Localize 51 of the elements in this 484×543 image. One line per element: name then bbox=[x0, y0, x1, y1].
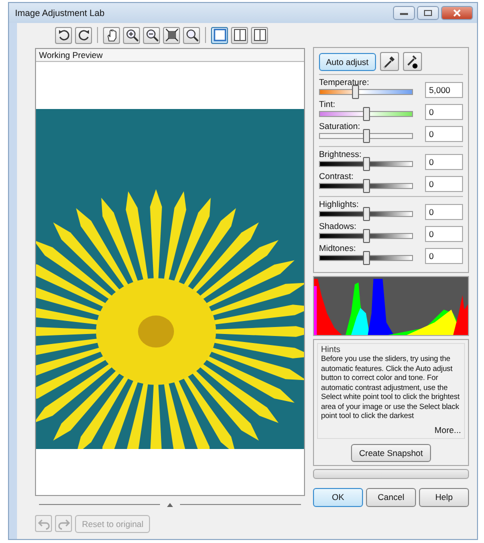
dialog-button[interactable]: Cancel bbox=[366, 488, 416, 506]
value-field[interactable]: 0 bbox=[425, 104, 463, 120]
split-tool-button[interactable] bbox=[231, 26, 248, 44]
value-field[interactable]: 0 bbox=[425, 204, 463, 220]
close-button[interactable] bbox=[441, 6, 473, 20]
maximize-button[interactable] bbox=[417, 6, 439, 20]
slider-thumb[interactable] bbox=[363, 207, 370, 221]
hints-title: Hints bbox=[321, 344, 342, 354]
minimize-icon bbox=[399, 10, 409, 16]
slider-thumb[interactable] bbox=[363, 229, 370, 243]
zoom-in-tool-button[interactable] bbox=[123, 26, 140, 44]
window-title: Image Adjustment Lab bbox=[15, 8, 105, 18]
value-field[interactable]: 5,000 bbox=[425, 82, 463, 98]
maximize-icon bbox=[423, 9, 433, 17]
value-field[interactable]: 0 bbox=[425, 248, 463, 264]
slider-thumb[interactable] bbox=[363, 107, 370, 121]
value-field[interactable]: 0 bbox=[425, 176, 463, 192]
splitter-arrow-icon[interactable] bbox=[166, 502, 174, 507]
zoom-actual-tool-button[interactable] bbox=[183, 26, 200, 44]
slider-thumb[interactable] bbox=[352, 85, 359, 99]
rotate-right-tool-button[interactable] bbox=[75, 26, 92, 44]
slider-label: Tint: bbox=[319, 99, 336, 109]
single-tool-button[interactable] bbox=[211, 26, 228, 44]
slider-thumb[interactable] bbox=[363, 251, 370, 265]
slider-thumb[interactable] bbox=[363, 179, 370, 193]
value-field[interactable]: 0 bbox=[425, 226, 463, 242]
slider-label: Brightness: bbox=[319, 149, 363, 159]
slider-label: Highlights: bbox=[319, 199, 360, 209]
more-link[interactable]: More... bbox=[434, 424, 461, 434]
eyedropper-icon[interactable] bbox=[380, 52, 399, 71]
preview-title: Working Preview bbox=[36, 49, 304, 62]
slider-thumb[interactable] bbox=[363, 157, 370, 171]
auto-adjust-button[interactable]: Auto adjust bbox=[319, 52, 376, 70]
rotate-left-tool-button[interactable] bbox=[55, 26, 72, 44]
side-tool-button[interactable] bbox=[251, 26, 268, 44]
dialog-button[interactable]: OK bbox=[313, 488, 363, 506]
slider-thumb[interactable] bbox=[363, 129, 370, 143]
value-field[interactable]: 0 bbox=[425, 154, 463, 170]
value-field[interactable]: 0 bbox=[425, 126, 463, 142]
slider-label: Temperature: bbox=[319, 77, 370, 87]
create-snapshot-button[interactable]: Create Snapshot bbox=[351, 444, 431, 462]
slider-label: Midtones: bbox=[319, 243, 357, 253]
hand-tool-button[interactable] bbox=[103, 26, 120, 44]
slider-label: Shadows: bbox=[319, 221, 358, 231]
zoom-out-tool-button[interactable] bbox=[143, 26, 160, 44]
minimize-button[interactable] bbox=[393, 6, 415, 20]
slider-label: Saturation: bbox=[319, 121, 362, 131]
close-icon bbox=[452, 9, 462, 17]
fit-tool-button[interactable] bbox=[163, 26, 180, 44]
dialog-button[interactable]: Help bbox=[419, 488, 469, 506]
slider-label: Contrast: bbox=[319, 171, 354, 181]
